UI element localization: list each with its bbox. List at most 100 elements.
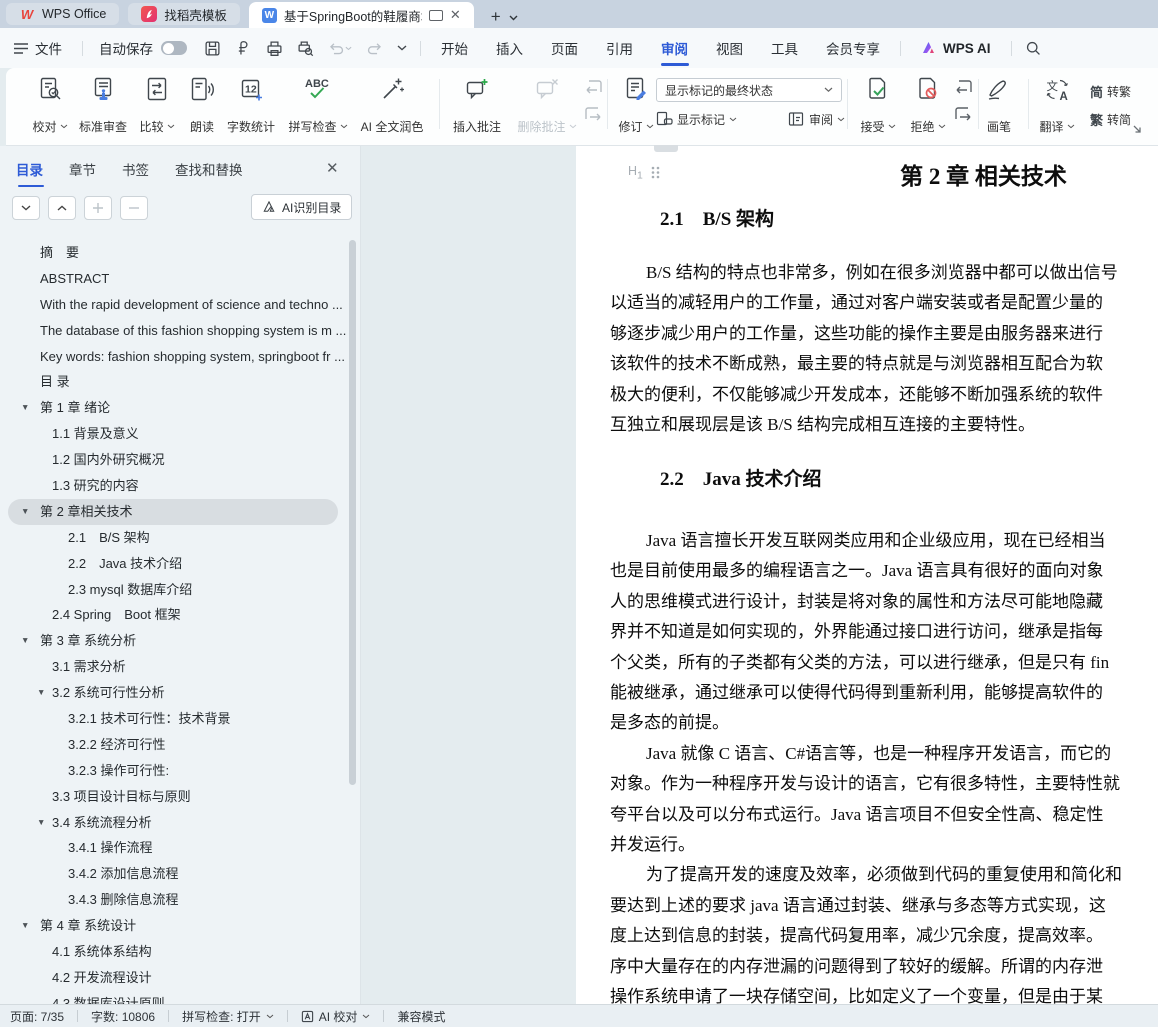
autosave-toggle[interactable] — [161, 41, 187, 55]
menu-item-review[interactable]: 审阅 — [647, 28, 702, 68]
previous-comment-button[interactable] — [582, 77, 604, 97]
review-pane-button[interactable]: 审阅 — [788, 108, 845, 130]
toc-item-selected[interactable]: ▼第 2 章相关技术 — [8, 499, 338, 525]
toc-item[interactable]: 3.1 需求分析 — [0, 654, 348, 680]
sidebar-scrollbar-thumb[interactable] — [349, 240, 356, 785]
proofread-button[interactable]: 校对 — [24, 76, 76, 135]
collapse-all-button[interactable] — [48, 196, 76, 220]
reject-change-button[interactable]: 拒绝 — [902, 76, 954, 135]
toc-item[interactable]: 3.4.3 删除信息流程 — [0, 887, 348, 913]
toolbar-more-button[interactable] — [390, 45, 414, 51]
compare-button[interactable]: 比较 — [132, 76, 182, 135]
compatibility-mode-indicator[interactable]: 兼容模式 — [397, 1008, 445, 1025]
new-tab-button[interactable]: + — [491, 10, 501, 24]
tab-list-chevron-icon[interactable] — [509, 15, 518, 21]
toc-item[interactable]: 4.3 数据库设计原则 — [0, 991, 348, 1004]
toc-item[interactable]: ▼3.2 系统可行性分析 — [0, 680, 348, 706]
menu-item-home[interactable]: 开始 — [427, 28, 482, 68]
close-tab-icon[interactable]: ✕ — [450, 7, 461, 23]
toc-item[interactable]: With the rapid development of science an… — [0, 292, 348, 318]
toc-item[interactable]: 2.4 Spring Boot 框架 — [0, 602, 348, 628]
document-page[interactable]: H1 第 2 章 相关技术 2.1 B/S 架构 B/S 结构的特点也非常多，例… — [576, 146, 1158, 1004]
collapse-arrow-icon[interactable]: ▼ — [21, 628, 29, 654]
export-pdf-button[interactable] — [228, 40, 259, 57]
redo-button[interactable] — [359, 40, 390, 57]
toc-item[interactable]: ▼第 4 章 系统设计 — [0, 913, 348, 939]
chapter-title[interactable]: 第 2 章 相关技术 — [576, 157, 1158, 191]
collapse-arrow-icon[interactable]: ▼ — [37, 810, 45, 836]
tab-docer-template[interactable]: 找稻壳模板 — [128, 3, 240, 25]
next-comment-button[interactable] — [582, 104, 604, 124]
sidebar-close-icon[interactable]: ✕ — [326, 159, 339, 177]
toc-item[interactable]: The database of this fashion shopping sy… — [0, 318, 348, 344]
toc-item[interactable]: 3.2.1 技术可行性：技术背景 — [0, 706, 348, 732]
accept-change-button[interactable]: 接受 — [852, 76, 904, 135]
brush-button[interactable]: 画笔 — [976, 76, 1022, 135]
translate-button[interactable]: 文A 翻译 — [1032, 76, 1082, 135]
reader-mode-icon[interactable] — [429, 10, 443, 21]
toc-item[interactable]: ▼第 1 章 绪论 — [0, 395, 348, 421]
toc-item[interactable]: 3.3 项目设计目标与原则 — [0, 784, 348, 810]
section-heading-22[interactable]: 2.2 Java 技术介绍 — [660, 464, 822, 491]
menu-item-view[interactable]: 视图 — [702, 28, 757, 68]
toc-item[interactable]: 3.2.2 经济可行性 — [0, 732, 348, 758]
menu-item-page[interactable]: 页面 — [537, 28, 592, 68]
delete-comment-button[interactable]: 删除批注 — [512, 76, 582, 135]
traditional-to-simplified-button[interactable]: 繁 转简 — [1090, 108, 1131, 130]
toc-item[interactable]: 2.1 B/S 架构 — [0, 525, 348, 551]
standard-review-button[interactable]: 标准审查 — [71, 76, 135, 135]
toc-item[interactable]: 1.2 国内外研究概况 — [0, 447, 348, 473]
print-button[interactable] — [259, 40, 290, 57]
print-preview-button[interactable] — [290, 40, 321, 57]
toc-item[interactable]: 4.1 系统体系结构 — [0, 939, 348, 965]
track-changes-button[interactable]: 修订 — [613, 76, 659, 135]
toc-item[interactable]: 4.2 开发流程设计 — [0, 965, 348, 991]
ribbon-expand-icon[interactable] — [1132, 124, 1143, 135]
zoom-out-button[interactable] — [120, 196, 148, 220]
collapse-arrow-icon[interactable]: ▼ — [21, 499, 29, 525]
collapse-arrow-icon[interactable]: ▼ — [21, 395, 29, 421]
show-markup-button[interactable]: 显示标记 — [656, 108, 737, 130]
collapse-arrow-icon[interactable]: ▼ — [37, 680, 45, 706]
toc-item[interactable]: 目 录 — [0, 369, 348, 395]
toc-item[interactable]: 3.4.1 操作流程 — [0, 835, 348, 861]
zoom-in-button[interactable] — [84, 196, 112, 220]
wps-ai-button[interactable]: WPS AI — [907, 41, 1005, 56]
read-aloud-button[interactable]: 朗读 — [182, 76, 222, 135]
toc-item[interactable]: ▼3.4 系统流程分析 — [0, 810, 348, 836]
tab-wps-home[interactable]: W WPS Office — [6, 3, 119, 25]
save-button[interactable] — [197, 40, 228, 57]
spell-check-button[interactable]: ABC 拼写检查 — [283, 76, 353, 135]
spell-check-status[interactable]: 拼写检查: 打开 — [182, 1008, 274, 1025]
tab-chapters[interactable]: 章节 — [69, 159, 96, 187]
menu-item-insert[interactable]: 插入 — [482, 28, 537, 68]
menu-item-member[interactable]: 会员专享 — [812, 28, 894, 68]
insert-comment-button[interactable]: 插入批注 — [446, 76, 508, 135]
word-count-button[interactable]: 12 字数统计 — [221, 76, 281, 135]
paragraph-java[interactable]: Java 语言擅长开发互联网类应用和企业级应用，现在已经相当 也是目前使用最多的… — [610, 526, 1158, 1013]
toc-item[interactable]: 摘 要 — [0, 240, 348, 266]
toc-item[interactable]: 2.2 Java 技术介绍 — [0, 551, 348, 577]
search-button[interactable] — [1018, 40, 1049, 57]
ai-recognize-catalog-button[interactable]: AI识别目录 — [251, 194, 352, 220]
ai-polish-button[interactable]: AI 全文润色 — [350, 76, 434, 135]
toc-item[interactable]: 2.3 mysql 数据库介绍 — [0, 577, 348, 603]
tab-find-replace[interactable]: 查找和替换 — [175, 159, 243, 187]
undo-button[interactable] — [321, 40, 359, 57]
autosave-control[interactable]: 自动保存 — [89, 38, 197, 58]
ai-proofread-status[interactable]: AI 校对 — [301, 1008, 371, 1025]
toc-item[interactable]: 1.3 研究的内容 — [0, 473, 348, 499]
tab-catalog[interactable]: 目录 — [16, 159, 43, 187]
menu-item-tools[interactable]: 工具 — [757, 28, 812, 68]
toc-item[interactable]: 3.4.2 添加信息流程 — [0, 861, 348, 887]
menu-item-reference[interactable]: 引用 — [592, 28, 647, 68]
tab-document-active[interactable]: W 基于SpringBoot的鞋履商城 ✕ — [249, 2, 474, 28]
toc-item[interactable]: Key words: fashion shopping system, spri… — [0, 344, 348, 370]
toc-item[interactable]: ABSTRACT — [0, 266, 348, 292]
next-change-button[interactable] — [952, 104, 974, 124]
toc-item[interactable]: 3.2.3 操作可行性: — [0, 758, 348, 784]
toc-item[interactable]: ▼第 3 章 系统分析 — [0, 628, 348, 654]
file-menu-button[interactable]: 文件 — [0, 38, 76, 58]
collapse-arrow-icon[interactable]: ▼ — [21, 913, 29, 939]
simplified-to-traditional-button[interactable]: 简 转繁 — [1090, 80, 1131, 102]
